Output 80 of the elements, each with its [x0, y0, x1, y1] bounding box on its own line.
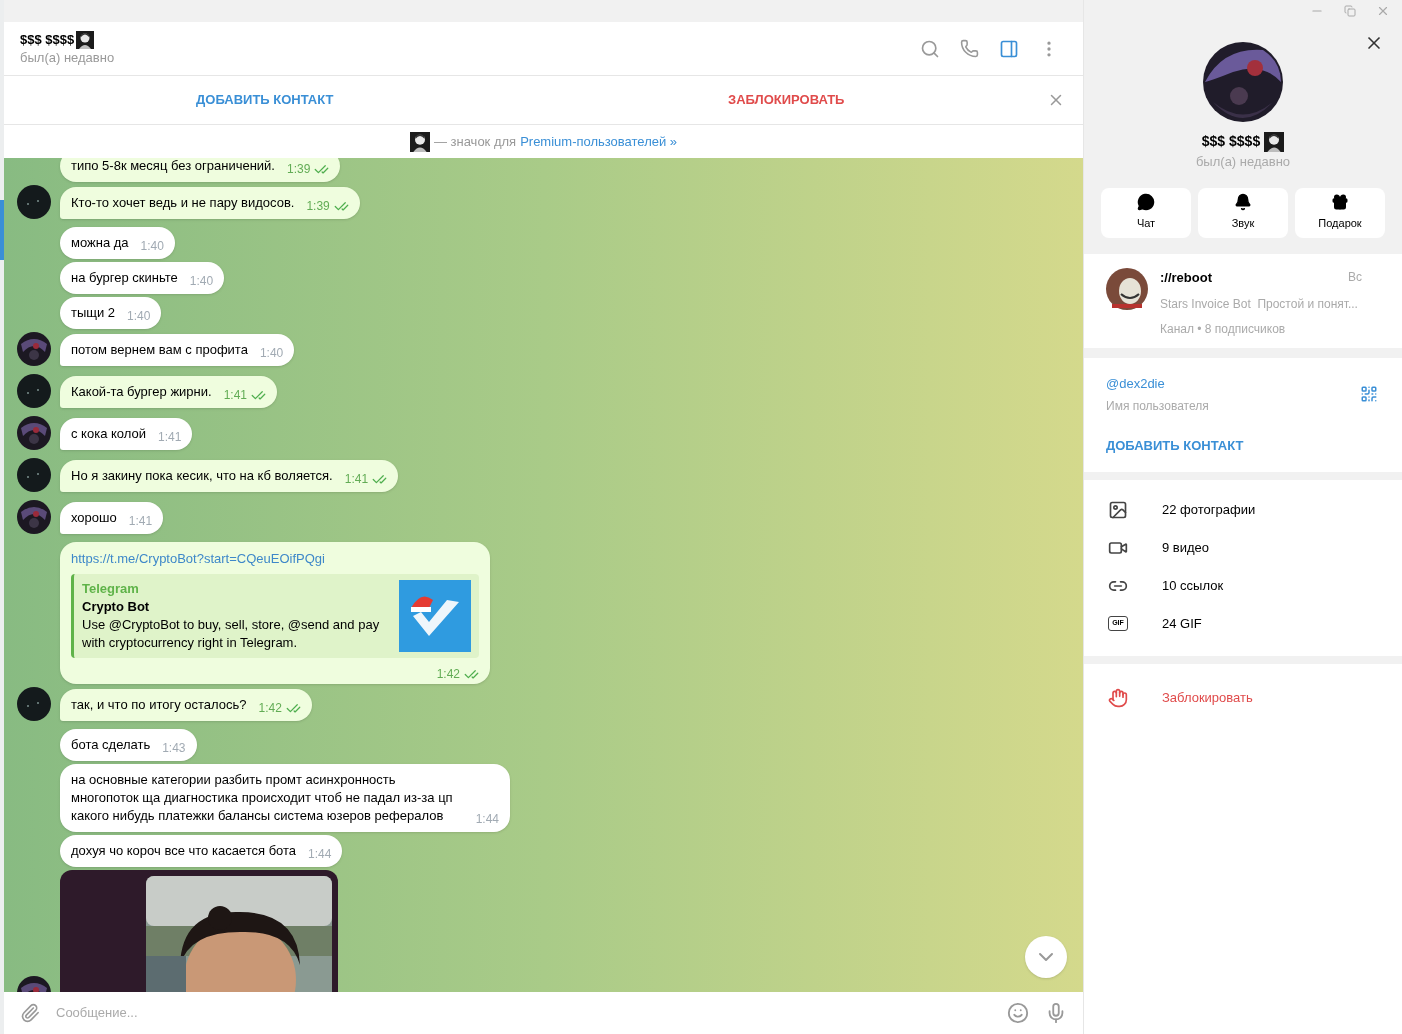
- chat-title: $$$ $$$$: [20, 31, 75, 48]
- media-row[interactable]: 22 фотографии: [1108, 499, 1378, 520]
- avatar[interactable]: [17, 416, 51, 450]
- badge-icon: [76, 30, 95, 49]
- chat-icon: [1137, 193, 1155, 212]
- channel-meta: Канал • 8 подписчиков: [1160, 321, 1287, 338]
- message-time: 1:42: [436, 666, 460, 683]
- preview-title: Crypto Bot: [82, 598, 151, 616]
- profile-action-button[interactable]: Чат: [1101, 187, 1191, 238]
- profile-action-button[interactable]: Подарок: [1295, 187, 1385, 238]
- message-time: 1:41: [128, 513, 153, 530]
- search-icon[interactable]: [920, 38, 940, 59]
- message-time: 1:41: [344, 471, 369, 488]
- message-time: 1:44: [475, 811, 499, 828]
- attach-icon[interactable]: [20, 1003, 40, 1023]
- channel-date: Вс: [1348, 268, 1362, 286]
- username-label: Имя пользователя: [1106, 398, 1209, 415]
- channel-avatar[interactable]: [1106, 267, 1148, 310]
- message-time: 1:40: [259, 345, 284, 362]
- message-text: на основные категории разбить промт асинхронность многопоток ща диагностика происходит чтоб не падал из-за цп какого нибудь платежки балансы система юзеров рефералов: [71, 771, 454, 825]
- message-text: хорошо: [71, 509, 117, 527]
- message-time: 1:40: [127, 308, 151, 325]
- active-indicator: [0, 200, 4, 260]
- chat-status: был(а) недавно: [20, 48, 116, 67]
- scroll-down-button[interactable]: [1025, 936, 1067, 978]
- avatar[interactable]: [17, 185, 51, 219]
- channel-preview: Stars Invoice Bot Простой и понят...: [1160, 296, 1359, 313]
- gift-icon: [1331, 193, 1349, 212]
- message-text: так, и что по итогу осталось?: [71, 696, 247, 714]
- profile-action-button[interactable]: Звук: [1198, 187, 1288, 238]
- side-panel-icon[interactable]: [999, 38, 1019, 59]
- qr-code-icon[interactable]: [1360, 385, 1378, 404]
- media-row[interactable]: 10 ссылок: [1108, 575, 1378, 596]
- message-time: 1:40: [189, 273, 214, 290]
- emoji-icon[interactable]: [1007, 1002, 1029, 1024]
- profile-avatar[interactable]: [1203, 42, 1283, 122]
- message-text: потом вернем вам с профита: [71, 341, 248, 359]
- message-text: Какой-та бургер жирни.: [71, 383, 212, 401]
- profile-name: $$$ $$$$: [1201, 132, 1261, 151]
- message-text: можна да: [71, 234, 129, 252]
- premium-note: — значок для: [433, 132, 517, 151]
- message-text: типо 5-8к месяц без ограничений.: [71, 158, 275, 175]
- hand-icon: [1108, 687, 1128, 708]
- avatar[interactable]: [17, 458, 51, 492]
- message-text: дохуя чо короч все что касается бота: [71, 842, 297, 860]
- message-time: 1:39: [306, 198, 330, 215]
- avatar[interactable]: [17, 500, 51, 534]
- profile-status: был(а) недавно: [1194, 153, 1292, 171]
- phone-icon[interactable]: [960, 39, 979, 58]
- avatar[interactable]: [17, 687, 51, 721]
- message-time: 1:42: [258, 700, 282, 717]
- message-time: 1:41: [223, 387, 247, 404]
- message-time: 1:41: [158, 429, 182, 446]
- bell-icon: [1234, 193, 1252, 212]
- badge-icon: [409, 131, 430, 152]
- avatar[interactable]: [17, 332, 51, 366]
- close-window-icon[interactable]: [1376, 4, 1390, 18]
- username[interactable]: @dex2die: [1106, 373, 1209, 393]
- premium-link[interactable]: Premium-пользователей »: [520, 131, 678, 152]
- message-time: 1:40: [140, 238, 164, 255]
- avatar[interactable]: [17, 374, 51, 408]
- block-row[interactable]: Заблокировать: [1108, 687, 1378, 708]
- image-icon: [1108, 499, 1128, 520]
- preview-site: Telegram: [82, 580, 140, 598]
- message-text: тыщи 2: [71, 304, 116, 322]
- channel-title[interactable]: ://reboot: [1160, 267, 1212, 287]
- message-time: 1:43: [162, 740, 186, 757]
- badge-icon: [1264, 131, 1285, 152]
- message-text: на бургер скиньте: [71, 269, 178, 287]
- message-text: с кока колой: [71, 425, 146, 443]
- media-row[interactable]: 9 видео: [1108, 537, 1378, 558]
- message-text: Кто-то хочет ведь и не пару видосов.: [71, 194, 295, 212]
- link-preview[interactable]: Telegram Crypto Bot Use @CryptoBot to buy, sell, store, @send and pay with cryptocurrency right in Telegram.: [71, 574, 479, 658]
- message-text: бота сделать: [71, 736, 151, 754]
- message-time: 1:39: [286, 161, 311, 178]
- preview-description: Use @CryptoBot to buy, sell, store, @send and pay with cryptocurrency right in Telegram.: [82, 616, 381, 652]
- message-link[interactable]: https://t.me/CryptoBot?start=CQeuEOifPQgi: [71, 550, 479, 568]
- block-button[interactable]: ЗАБЛОКИРОВАТЬ: [525, 76, 1047, 124]
- message-text: Но я закину пока кесик, что на кб воляется.: [71, 467, 333, 485]
- message-time: 1:44: [308, 846, 332, 863]
